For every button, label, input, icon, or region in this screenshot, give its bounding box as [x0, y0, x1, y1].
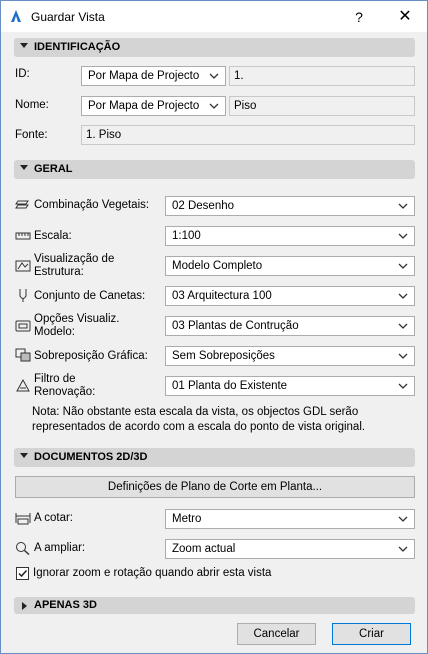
nome-value-field: Piso [229, 96, 415, 116]
note-line: representados de acordo com a escala do … [32, 421, 366, 433]
chevron-down-icon [398, 263, 408, 269]
canetas-dropdown[interactable]: 03 Arquitectura 100 [165, 286, 415, 306]
create-button[interactable]: Criar [332, 623, 411, 645]
canetas-label: Conjunto de Canetas: [34, 290, 146, 302]
checkmark-icon [18, 569, 28, 578]
section-identificacao[interactable]: IDENTIFICAÇÃO [14, 38, 415, 57]
collapse-arrow-icon [20, 165, 28, 170]
close-button[interactable]: ✕ [385, 5, 425, 29]
filtro-label-line1: Filtro de [34, 373, 76, 385]
visualizacao-dropdown[interactable]: Modelo Completo [165, 256, 415, 276]
scale-note: Nota: Não obstante esta escala da vista,… [32, 405, 412, 435]
graphic-override-icon [15, 348, 31, 362]
collapse-arrow-icon [20, 453, 28, 458]
structure-display-icon [15, 260, 31, 272]
visualizacao-value: Modelo Completo [172, 260, 263, 272]
ignore-zoom-checkbox[interactable] [16, 567, 29, 580]
chevron-down-icon [209, 73, 219, 79]
escala-dropdown[interactable]: 1:100 [165, 226, 415, 246]
nome-source-dropdown[interactable]: Por Mapa de Projecto [81, 96, 226, 116]
nome-value: Piso [234, 100, 257, 112]
ampliar-label: A ampliar: [34, 542, 86, 554]
chevron-down-icon [398, 293, 408, 299]
section-title: DOCUMENTOS 2D/3D [34, 451, 148, 463]
sobreposicao-label: Sobreposição Gráfica: [34, 350, 148, 362]
id-source-value: Por Mapa de Projecto [88, 70, 200, 82]
pen-set-icon [19, 289, 27, 302]
section-apenas-3d[interactable]: APENAS 3D [14, 597, 415, 614]
section-documentos[interactable]: DOCUMENTOS 2D/3D [14, 448, 415, 467]
chevron-down-icon [398, 233, 408, 239]
canetas-value: 03 Arquitectura 100 [172, 290, 272, 302]
fonte-field: 1. Piso [81, 125, 415, 145]
escala-label: Escala: [34, 230, 72, 242]
chevron-down-icon [398, 203, 408, 209]
chevron-down-icon [398, 516, 408, 522]
visualizacao-label-line1: Visualização de [34, 253, 115, 265]
note-line: Nota: Não obstante esta escala da vista,… [32, 406, 359, 418]
cotar-label: A cotar: [34, 512, 73, 524]
fonte-label: Fonte: [15, 129, 48, 141]
opcoes-label-line2: Modelo: [34, 326, 75, 338]
escala-value: 1:100 [172, 230, 201, 242]
filtro-value: 01 Planta do Existente [172, 380, 288, 392]
opcoes-value: 03 Plantas de Contrução [172, 320, 299, 332]
chevron-down-icon [398, 383, 408, 389]
model-view-options-icon [15, 320, 31, 332]
combinacao-label: Combinação Vegetais: [34, 199, 150, 211]
ampliar-value: Zoom actual [172, 543, 236, 555]
combinacao-dropdown[interactable]: 02 Desenho [165, 196, 415, 216]
zoom-icon [16, 542, 30, 555]
ignore-zoom-label[interactable]: Ignorar zoom e rotação quando abrir esta… [33, 567, 271, 579]
id-value: 1. [234, 70, 244, 82]
nome-label: Nome: [15, 99, 49, 111]
sobreposicao-dropdown[interactable]: Sem Sobreposições [165, 346, 415, 366]
window-title: Guardar Vista [31, 10, 105, 24]
fonte-value: 1. Piso [86, 129, 122, 141]
help-button[interactable]: ? [339, 5, 379, 29]
sobreposicao-value: Sem Sobreposições [172, 350, 275, 362]
opcoes-label-line1: Opções Visualiz. [34, 313, 120, 325]
expand-arrow-icon [22, 602, 27, 610]
id-value-field: 1. [229, 66, 415, 86]
opcoes-dropdown[interactable]: 03 Plantas de Contrução [165, 316, 415, 336]
combinacao-value: 02 Desenho [172, 200, 235, 212]
chevron-down-icon [209, 103, 219, 109]
id-label: ID: [15, 68, 30, 80]
filtro-label-line2: Renovação: [34, 386, 96, 398]
cotar-dropdown[interactable]: Metro [165, 509, 415, 529]
chevron-down-icon [398, 546, 408, 552]
section-title: APENAS 3D [34, 599, 97, 611]
dimension-icon [15, 513, 31, 525]
section-title: GERAL [34, 163, 73, 175]
renovation-filter-icon [16, 378, 30, 392]
ruler-icon [15, 232, 31, 240]
save-view-dialog: Guardar Vista ? ✕ IDENTIFICAÇÃO ID: Por … [0, 0, 428, 654]
layer-combination-icon [15, 200, 29, 209]
cotar-value: Metro [172, 513, 202, 525]
nome-source-value: Por Mapa de Projecto [88, 100, 200, 112]
cut-plane-settings-button[interactable]: Definições de Plano de Corte em Planta..… [15, 476, 415, 498]
title-bar: Guardar Vista ? ✕ [1, 1, 427, 32]
id-source-dropdown[interactable]: Por Mapa de Projecto [81, 66, 226, 86]
chevron-down-icon [398, 323, 408, 329]
chevron-down-icon [398, 353, 408, 359]
ampliar-dropdown[interactable]: Zoom actual [165, 539, 415, 559]
cancel-button[interactable]: Cancelar [237, 623, 316, 645]
filtro-dropdown[interactable]: 01 Planta do Existente [165, 376, 415, 396]
section-geral[interactable]: GERAL [14, 160, 415, 179]
collapse-arrow-icon [20, 43, 28, 48]
archicad-app-icon [11, 10, 21, 22]
section-title: IDENTIFICAÇÃO [34, 41, 121, 53]
visualizacao-label-line2: Estrutura: [34, 266, 84, 278]
